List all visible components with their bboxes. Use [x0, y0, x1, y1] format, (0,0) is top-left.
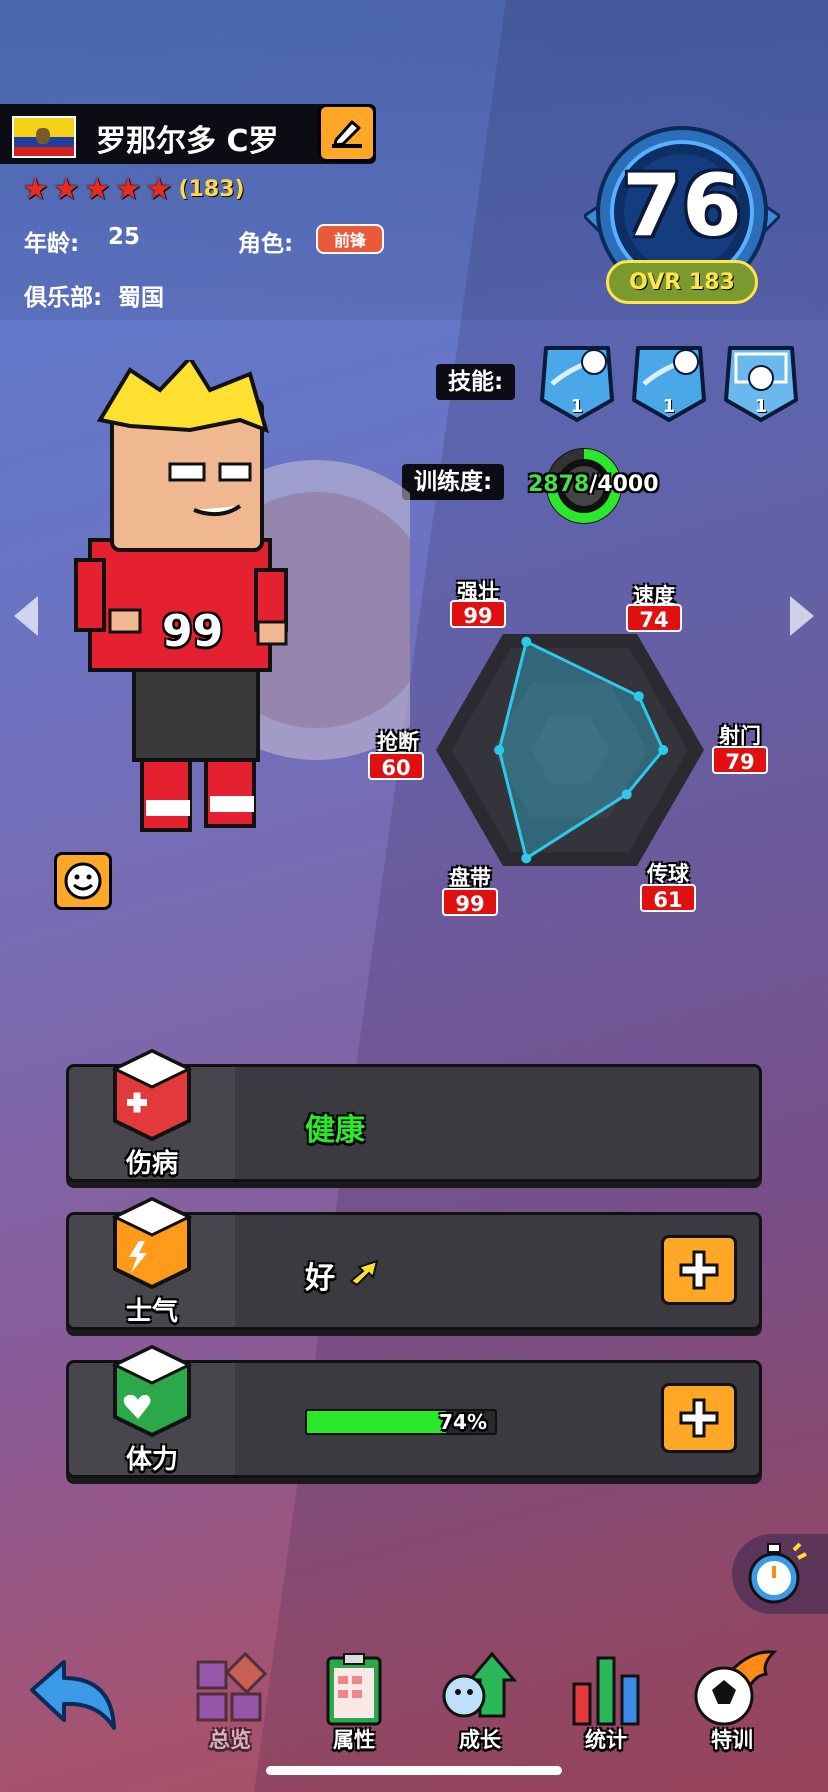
- skill-level: 1: [570, 396, 584, 417]
- emote-button[interactable]: [54, 852, 112, 910]
- radar-point-strength: [521, 636, 532, 647]
- skills-label: 技能:: [436, 364, 516, 400]
- growth-arrow-icon: [442, 1651, 518, 1718]
- radar-point-shooting: [658, 745, 669, 755]
- rating-value: 76: [622, 156, 742, 256]
- stopwatch-icon: [748, 1542, 807, 1604]
- stamina-bar: 74%: [305, 1409, 497, 1435]
- fire-ball-icon: [694, 1650, 778, 1726]
- lightning-box-icon: [111, 1197, 193, 1289]
- skill-slot-2[interactable]: 1: [630, 340, 708, 424]
- radar-point-dribbling: [521, 853, 532, 864]
- home-indicator: [266, 1766, 562, 1775]
- injury-value: 健康: [305, 1113, 365, 1148]
- bar-chart-icon: [572, 1656, 640, 1726]
- stopwatch-button[interactable]: [732, 1534, 828, 1614]
- radar-point-tackling: [494, 745, 505, 755]
- star-icon: ★: [83, 172, 111, 207]
- stamina-add-button[interactable]: [661, 1383, 737, 1453]
- pencil-icon: [332, 120, 362, 148]
- attribute-radar-chart: [436, 633, 704, 867]
- star-icon: ★: [114, 172, 142, 207]
- morale-add-button[interactable]: [661, 1235, 737, 1305]
- tab-overview[interactable]: 总览: [180, 1650, 280, 1752]
- stat-value-tackling: 60: [368, 752, 424, 780]
- age-label: 年龄:: [24, 231, 80, 257]
- tab-attributes[interactable]: 属性: [304, 1650, 404, 1752]
- heart-box-icon: [111, 1345, 193, 1437]
- stat-value-strength: 99: [450, 600, 506, 628]
- skill-slot-3[interactable]: 1: [722, 340, 800, 424]
- role-label: 角色:: [238, 231, 294, 257]
- clipboard-icon: [326, 1653, 382, 1726]
- plus-icon: [679, 1250, 719, 1290]
- plus-icon: [679, 1398, 719, 1438]
- star-total: (183): [178, 177, 245, 202]
- medkit-icon: [111, 1049, 193, 1141]
- stat-value-passing: 61: [640, 884, 696, 912]
- stamina-title: 体力: [125, 1445, 178, 1475]
- skill-level: 1: [754, 396, 768, 417]
- tab-overview-label: 总览: [209, 1728, 251, 1752]
- tab-growth[interactable]: 成长: [430, 1650, 530, 1752]
- age-value: 25: [108, 224, 141, 250]
- morale-panel: 士气 好: [66, 1197, 762, 1330]
- trend-up-arrow-icon: [349, 1259, 379, 1287]
- player-character: 99: [70, 354, 466, 880]
- morale-value: 好: [305, 1261, 335, 1296]
- role-badge: 前锋: [316, 224, 384, 254]
- tab-special-training-label: 特训: [711, 1728, 753, 1752]
- stamina-percent: 74%: [439, 1410, 487, 1434]
- star-rating: ★ ★ ★ ★ ★ (183): [22, 172, 245, 207]
- smiley-icon: [64, 862, 102, 900]
- back-arrow-icon: [30, 1660, 116, 1730]
- ecuador-flag-icon: [12, 116, 76, 158]
- tab-statistics-label: 统计: [585, 1728, 627, 1752]
- club-value: 蜀国: [118, 285, 164, 311]
- next-player-arrow-icon[interactable]: [790, 596, 814, 636]
- rating-badge: 76 OVR 183: [584, 126, 780, 316]
- stamina-panel: 体力 74%: [66, 1345, 762, 1478]
- star-icon: ★: [52, 172, 80, 207]
- jersey-number: 99: [162, 606, 224, 657]
- training-current: 2878: [528, 472, 590, 497]
- edit-name-button[interactable]: [318, 104, 376, 162]
- previous-player-arrow-icon[interactable]: [14, 596, 38, 636]
- star-icon: ★: [22, 172, 49, 207]
- morale-title: 士气: [125, 1297, 178, 1327]
- radar-point-speed: [633, 691, 644, 702]
- injury-title: 伤病: [125, 1149, 178, 1179]
- tab-growth-label: 成长: [459, 1728, 501, 1752]
- tab-special-training[interactable]: 特训: [682, 1650, 782, 1752]
- player-name: 罗那尔多 C罗: [96, 124, 279, 159]
- training-max: /4000: [589, 472, 659, 497]
- radar-point-passing: [621, 789, 632, 800]
- tab-attributes-label: 属性: [333, 1728, 375, 1752]
- ovr-pill: OVR 183: [606, 260, 758, 304]
- club-label: 俱乐部:: [24, 285, 103, 311]
- training-value: 2878/4000: [528, 472, 659, 497]
- stat-value-speed: 74: [626, 604, 682, 632]
- stat-value-dribbling: 99: [442, 888, 498, 916]
- training-label: 训练度:: [402, 464, 505, 500]
- back-button[interactable]: [24, 1650, 124, 1750]
- skill-level: 1: [662, 396, 676, 417]
- tab-statistics[interactable]: 统计: [556, 1650, 656, 1752]
- injury-panel: 伤病 健康: [66, 1049, 762, 1182]
- skill-slot-1[interactable]: 1: [538, 340, 616, 424]
- stat-value-shooting: 79: [712, 746, 768, 774]
- overview-grid-icon: [196, 1651, 268, 1722]
- star-icon: ★: [145, 172, 173, 207]
